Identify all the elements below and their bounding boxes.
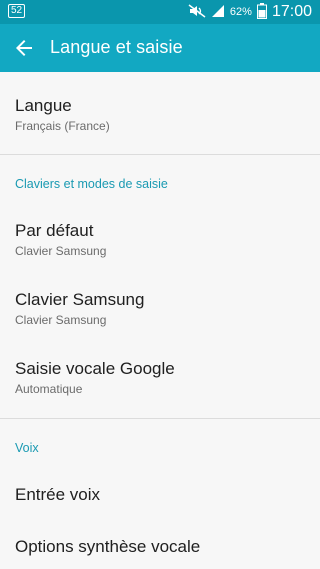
battery-percent: 62% [229,6,252,18]
list-item-par-defaut[interactable]: Par défaut Clavier Samsung [0,204,320,272]
battery-icon [256,2,267,22]
list-item-clavier-samsung[interactable]: Clavier Samsung Clavier Samsung [0,272,320,340]
back-arrow-icon[interactable] [12,36,36,60]
saisie-vocale-title: Saisie vocale Google [15,359,175,378]
signal-icon [211,4,225,21]
status-bar: 52 62% 17:00 [0,0,320,24]
par-defaut-title: Par défaut [15,221,94,240]
par-defaut-subtitle: Clavier Samsung [15,244,107,258]
divider [0,154,320,155]
clavier-samsung-subtitle: Clavier Samsung [15,313,107,327]
saisie-vocale-subtitle: Automatique [15,382,83,396]
section-header-voix: Voix [15,441,39,455]
list-item-saisie-vocale-google[interactable]: Saisie vocale Google Automatique [0,340,320,418]
page-title: Langue et saisie [50,37,183,57]
status-icons: 62% 17:00 [188,2,312,22]
clavier-samsung-title: Clavier Samsung [15,290,145,309]
divider [0,418,320,419]
list-item-langue[interactable]: Langue Français (France) [0,72,320,154]
list-item-entree-voix[interactable]: Entrée voix [0,466,320,520]
options-synthese-title: Options synthèse vocale [15,537,201,556]
list-item-options-synthese-vocale[interactable]: Options synthèse vocale [0,520,320,569]
section-header-keyboards: Claviers et modes de saisie [15,177,168,191]
langue-title: Langue [15,96,72,115]
langue-subtitle: Français (France) [15,119,110,133]
clock: 17:00 [271,3,312,20]
app-bar: Langue et saisie [0,24,320,72]
entree-voix-title: Entrée voix [15,485,101,504]
notification-badge: 52 [8,4,26,18]
mute-icon [188,3,206,21]
